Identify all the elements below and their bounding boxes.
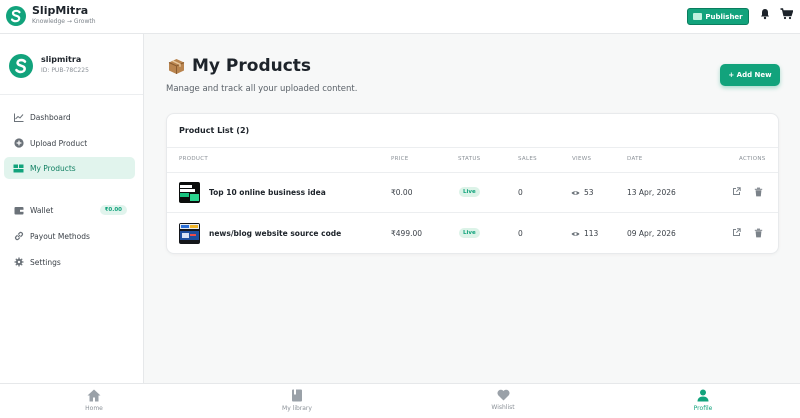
wallet-balance-badge: ₹0.00 xyxy=(99,205,127,215)
product-views: 53 xyxy=(571,188,594,197)
bottom-nav-label: Home xyxy=(85,405,103,412)
publisher-button[interactable]: Publisher xyxy=(687,8,749,25)
eye-icon xyxy=(571,190,580,195)
app-logo[interactable] xyxy=(6,6,26,26)
sidebar-item-settings[interactable]: Settings xyxy=(4,251,135,273)
bottom-nav-label: My library xyxy=(282,405,312,412)
status-badge: Live xyxy=(459,187,480,197)
column-header-actions: ACTIONS xyxy=(739,156,766,162)
sidebar-item-label: Upload Product xyxy=(30,138,88,148)
profile-id: ID: PUB-78C225 xyxy=(41,67,89,74)
external-link-icon[interactable] xyxy=(732,187,741,196)
plus-circle-icon xyxy=(13,138,24,149)
product-sales: 0 xyxy=(518,229,523,238)
top-bar: SlipMitra Knowledge → Growth Publisher xyxy=(0,0,800,34)
sidebar-item-wallet[interactable]: Wallet ₹0.00 xyxy=(4,199,135,221)
add-new-button[interactable]: + Add New xyxy=(720,64,780,86)
eye-icon xyxy=(571,231,580,236)
gear-icon xyxy=(13,257,24,268)
page-title: My Products xyxy=(192,56,312,76)
column-header-product: PRODUCT xyxy=(179,156,209,162)
sidebar-item-label: My Products xyxy=(30,163,76,173)
store-icon xyxy=(693,13,703,20)
book-icon xyxy=(292,389,302,402)
product-list-card: Product List (2) PRODUCT PRICE STATUS SA… xyxy=(166,113,779,254)
trash-icon[interactable] xyxy=(754,187,763,197)
column-header-price: PRICE xyxy=(391,156,409,162)
product-name[interactable]: news/blog website source code xyxy=(209,229,341,238)
heart-icon xyxy=(496,389,510,401)
boxes-icon xyxy=(13,163,24,174)
link-icon xyxy=(13,231,24,242)
product-thumbnail[interactable] xyxy=(179,182,200,203)
card-divider xyxy=(167,147,778,148)
user-icon xyxy=(697,389,709,402)
product-thumbnail[interactable] xyxy=(179,223,200,244)
sidebar-item-label: Dashboard xyxy=(30,112,71,122)
column-header-status: STATUS xyxy=(458,156,481,162)
app-name: SlipMitra xyxy=(32,4,89,17)
product-name[interactable]: Top 10 online business idea xyxy=(209,188,326,197)
wallet-icon xyxy=(13,205,24,216)
trash-icon[interactable] xyxy=(754,228,763,238)
column-header-date: DATE xyxy=(627,156,643,162)
chart-line-icon xyxy=(13,112,24,123)
sidebar-item-label: Wallet xyxy=(30,205,54,215)
page-header: My Products xyxy=(168,56,311,76)
sidebar: slipmitra ID: PUB-78C225 Dashboard Uploa… xyxy=(0,34,144,383)
publisher-label: Publisher xyxy=(705,12,743,21)
external-link-icon[interactable] xyxy=(732,228,741,237)
bottom-nav-my-library[interactable]: My library xyxy=(257,389,337,412)
product-price: ₹499.00 xyxy=(391,229,423,238)
card-title: Product List (2) xyxy=(179,126,250,135)
cart-icon[interactable] xyxy=(780,8,793,20)
column-header-views: VIEWS xyxy=(572,156,592,162)
column-header-sales: SALES xyxy=(518,156,537,162)
sidebar-item-payout-methods[interactable]: Payout Methods xyxy=(4,225,135,247)
product-views: 113 xyxy=(571,229,598,238)
bell-icon[interactable] xyxy=(759,8,771,20)
sidebar-divider xyxy=(0,94,143,95)
table-row[interactable]: Top 10 online business idea ₹0.00 Live 0… xyxy=(167,173,778,213)
bottom-nav: Home My library Wishlist Profile xyxy=(0,383,800,418)
table-row[interactable]: news/blog website source code ₹499.00 Li… xyxy=(167,214,778,254)
package-icon xyxy=(168,58,185,74)
product-sales: 0 xyxy=(518,188,523,197)
sidebar-item-label: Settings xyxy=(30,257,61,267)
profile-avatar[interactable] xyxy=(9,54,33,78)
product-date: 09 Apr, 2026 xyxy=(627,229,676,238)
bottom-nav-profile[interactable]: Profile xyxy=(663,389,743,412)
sidebar-item-dashboard[interactable]: Dashboard xyxy=(4,106,135,128)
views-count: 53 xyxy=(584,188,594,197)
product-price: ₹0.00 xyxy=(391,188,413,197)
page-subtitle: Manage and track all your uploaded conte… xyxy=(166,84,358,94)
product-date: 13 Apr, 2026 xyxy=(627,188,676,197)
views-count: 113 xyxy=(584,229,599,238)
bottom-nav-wishlist[interactable]: Wishlist xyxy=(463,389,543,411)
status-badge: Live xyxy=(459,228,480,238)
home-icon xyxy=(87,389,101,402)
bottom-nav-label: Profile xyxy=(693,405,713,412)
sidebar-item-label: Payout Methods xyxy=(30,231,90,241)
sidebar-item-my-products[interactable]: My Products xyxy=(4,157,135,179)
profile-name: slipmitra xyxy=(41,55,82,64)
sidebar-item-upload-product[interactable]: Upload Product xyxy=(4,132,135,154)
bottom-nav-home[interactable]: Home xyxy=(54,389,134,412)
bottom-nav-label: Wishlist xyxy=(491,404,515,411)
app-tagline: Knowledge → Growth xyxy=(32,18,96,25)
